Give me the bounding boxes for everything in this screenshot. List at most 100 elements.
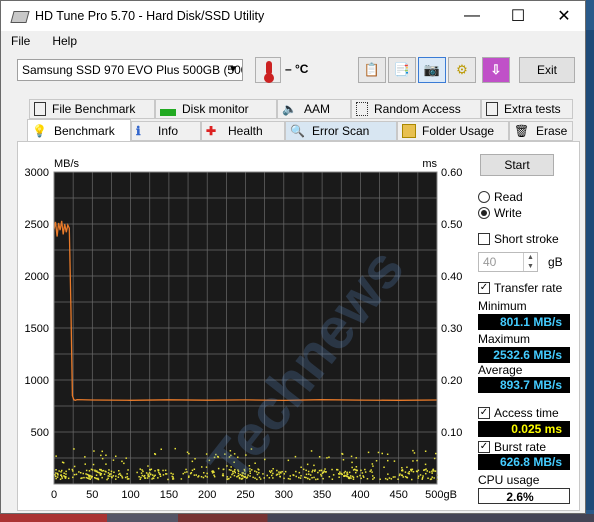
access-time-point (112, 475, 115, 477)
access-time-point (75, 473, 78, 476)
close-button[interactable]: ✕ (541, 1, 587, 31)
access-time-point (279, 471, 282, 473)
tab-aam[interactable]: 🔈 AAM (277, 99, 351, 119)
access-time-point (99, 474, 102, 476)
access-time-point (401, 474, 404, 477)
access-time-point (104, 470, 107, 473)
access-time-point (213, 474, 215, 476)
access-time-point (262, 473, 264, 475)
tab-folder-usage[interactable]: Folder Usage (397, 121, 509, 141)
y-right-tick-label: 0.60 (441, 167, 462, 179)
access-time-point (339, 471, 341, 473)
access-time-point (170, 472, 172, 475)
access-time-point (72, 476, 74, 479)
menu-help[interactable]: Help (52, 34, 77, 48)
access-time-point (172, 473, 174, 475)
access-time-checkbox[interactable]: ✓ Access time (478, 406, 559, 420)
access-time-point (360, 469, 362, 472)
tab-label: Error Scan (312, 124, 370, 138)
menu-file[interactable]: File (11, 34, 30, 48)
access-time-point (328, 456, 330, 458)
access-time-point (201, 466, 203, 468)
short-stroke-spinner[interactable]: 40 ▲ ▼ (478, 252, 538, 272)
access-time-point (237, 470, 240, 473)
access-time-point (320, 469, 323, 472)
exit-button[interactable]: Exit (519, 57, 575, 83)
tab-error-scan[interactable]: 🔍 Error Scan (285, 121, 397, 141)
access-time-point (386, 478, 389, 481)
tab-health[interactable]: ✚ Health (201, 121, 285, 141)
access-time-point (281, 470, 283, 473)
access-time-point (101, 457, 104, 460)
access-time-point (232, 470, 234, 473)
screenshot-button[interactable]: 📷 (418, 57, 446, 83)
access-time-point (59, 478, 62, 480)
access-time-point (60, 471, 62, 473)
access-time-point (424, 450, 427, 452)
access-time-point (67, 477, 70, 480)
maximize-button[interactable]: ☐ (495, 1, 541, 31)
access-time-point (121, 460, 123, 463)
tab-benchmark[interactable]: 💡 Benchmark (27, 119, 131, 141)
access-time-point (298, 476, 300, 479)
tab-random-access[interactable]: Random Access (351, 99, 481, 119)
window-title: HD Tune Pro 5.70 - Hard Disk/SSD Utility (35, 9, 265, 23)
access-time-point (258, 476, 261, 479)
access-time-point (387, 473, 389, 475)
y-right-tick-label: 0.50 (441, 219, 462, 231)
access-time-point (65, 470, 67, 473)
access-time-point (82, 472, 84, 475)
options-button[interactable]: ⚙ (448, 57, 476, 83)
access-time-point (302, 468, 305, 471)
access-time-point (234, 471, 236, 474)
access-time-point (107, 477, 109, 480)
access-time-point (411, 468, 414, 471)
tab-erase[interactable]: 🗑 Erase (509, 121, 573, 141)
access-time-point (127, 469, 129, 471)
access-time-point (234, 468, 236, 471)
spinner-arrows-icon[interactable]: ▲ ▼ (523, 253, 537, 271)
access-time-point (180, 478, 183, 480)
access-time-point (239, 473, 241, 476)
minimum-value: 801.1 MB/s (478, 314, 570, 330)
access-time-point (236, 476, 238, 478)
x-tick-label: 500gB (425, 489, 457, 501)
tab-file-benchmark[interactable]: File Benchmark (29, 99, 155, 119)
start-button[interactable]: Start (480, 154, 554, 176)
access-time-point (102, 469, 105, 472)
access-time-point (61, 477, 63, 479)
transfer-rate-checkbox[interactable]: ✓ Transfer rate (478, 281, 562, 295)
access-time-point (343, 472, 345, 474)
access-time-point (73, 448, 75, 450)
short-stroke-checkbox[interactable]: Short stroke (478, 232, 559, 246)
access-time-point (255, 471, 258, 473)
access-time-point (233, 474, 236, 477)
tab-extra-tests[interactable]: Extra tests (481, 99, 573, 119)
tab-info[interactable]: ℹ Info (131, 121, 201, 141)
burst-rate-checkbox[interactable]: ✓ Burst rate (478, 440, 546, 454)
save-button[interactable]: ⇩ (482, 57, 510, 83)
access-time-point (401, 469, 404, 471)
write-radio[interactable]: Write (478, 206, 522, 220)
cpu-usage-value: 2.6% (478, 488, 570, 504)
access-time-point (229, 450, 232, 452)
tab-disk-monitor[interactable]: Disk monitor (155, 99, 277, 119)
access-time-point (159, 473, 161, 476)
access-time-point (65, 473, 67, 475)
access-time-point (107, 475, 109, 477)
access-time-point (202, 476, 205, 479)
access-time-point (256, 473, 259, 476)
read-radio[interactable]: Read (478, 190, 523, 204)
drive-dropdown[interactable]: Samsung SSD 970 EVO Plus 500GB (500 ▼ (17, 59, 243, 81)
access-time-point (140, 472, 143, 474)
minimize-button[interactable]: — (449, 1, 495, 31)
copy-text-button[interactable]: 📋 (358, 57, 386, 83)
access-time-point (126, 473, 128, 475)
copy-info-button[interactable]: 📑 (388, 57, 416, 83)
access-time-point (419, 474, 422, 476)
average-value: 893.7 MB/s (478, 377, 570, 393)
access-time-point (238, 477, 241, 480)
checkbox-box-checked: ✓ (478, 282, 490, 294)
thermometer-icon (255, 57, 281, 83)
tab-label: Info (158, 124, 179, 138)
